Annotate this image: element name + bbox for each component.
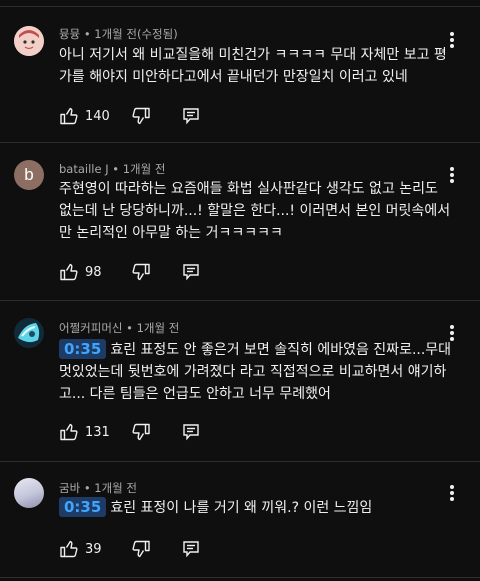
comment-time[interactable]: 1개월 전 xyxy=(137,321,180,335)
avatar-letter: b xyxy=(24,165,34,184)
comment-body: 0:35 효린 표정도 안 좋은거 보면 솔직히 에바였음 진짜로...무대 멋있… xyxy=(59,339,454,405)
more-vert-icon[interactable] xyxy=(444,165,460,185)
more-vert-icon[interactable] xyxy=(444,323,460,343)
comment-time[interactable]: 1개월 전 xyxy=(94,481,137,495)
comment-meta: bataille J • 1개월 전 xyxy=(59,161,165,177)
thumb-down-icon[interactable] xyxy=(131,422,151,442)
comment-author[interactable]: bataille J xyxy=(59,162,109,176)
comment-text: 효린 표정이 나를 거기 왜 끼워.? 이런 느낌임 xyxy=(110,500,373,516)
thumb-down-icon[interactable] xyxy=(131,106,151,126)
thumb-up-icon[interactable] xyxy=(59,539,79,559)
avatar[interactable] xyxy=(14,478,44,508)
comment-author[interactable]: 어쩔커피머신 xyxy=(59,321,122,335)
thumb-down-icon[interactable] xyxy=(131,539,151,559)
divider xyxy=(0,6,480,7)
more-vert-icon[interactable] xyxy=(444,483,460,503)
comment-actions: 98 xyxy=(59,261,201,283)
more-vert-icon[interactable] xyxy=(444,30,460,50)
thumb-up-icon[interactable] xyxy=(59,262,79,282)
timestamp-link[interactable]: 0:35 xyxy=(59,497,107,517)
avatar[interactable] xyxy=(14,318,44,348)
divider xyxy=(0,461,480,462)
comment-time[interactable]: 1개월 전 xyxy=(123,162,166,176)
comment-actions: 131 xyxy=(59,421,201,443)
comment-author[interactable]: 굼바 xyxy=(59,481,80,495)
reply-icon[interactable] xyxy=(181,422,201,442)
comment-actions: 140 xyxy=(59,105,201,127)
comment-author[interactable]: 뮹뮹 xyxy=(59,27,80,41)
comment-time[interactable]: 1개월 전(수정됨) xyxy=(94,27,177,41)
comment-actions: 39 xyxy=(59,538,201,560)
like-count: 39 xyxy=(85,541,102,557)
thumb-down-icon[interactable] xyxy=(131,262,151,282)
meta-separator: • xyxy=(112,162,120,176)
divider xyxy=(0,142,480,143)
meta-separator: • xyxy=(83,481,91,495)
reply-icon[interactable] xyxy=(181,262,201,282)
comment-text: 주현영이 따라하는 요즘애들 화법 실사판같다 생각도 없고 논리도 없는데 난… xyxy=(59,181,451,241)
like-count: 131 xyxy=(85,424,110,440)
thumb-up-icon[interactable] xyxy=(59,422,79,442)
meta-separator: • xyxy=(83,27,91,41)
comment-meta: 뮹뮹 • 1개월 전(수정됨) xyxy=(59,26,178,42)
reply-icon[interactable] xyxy=(181,539,201,559)
avatar[interactable]: b xyxy=(14,160,44,190)
thumb-up-icon[interactable] xyxy=(59,106,79,126)
comment-body: 0:35 효린 표정이 나를 거기 왜 끼워.? 이런 느낌임 xyxy=(59,497,454,519)
comment-meta: 어쩔커피머신 • 1개월 전 xyxy=(59,320,179,336)
comment-text: 아니 저기서 왜 비교질을해 미친건가 ㅋㅋㅋㅋ 무대 자체만 보고 평가를 해… xyxy=(59,47,447,85)
like-count: 140 xyxy=(85,108,110,124)
avatar[interactable] xyxy=(14,26,44,56)
meta-separator: • xyxy=(126,321,133,335)
divider xyxy=(0,577,480,578)
reply-icon[interactable] xyxy=(181,106,201,126)
like-count: 98 xyxy=(85,264,102,280)
comment-meta: 굼바 • 1개월 전 xyxy=(59,480,137,496)
timestamp-link[interactable]: 0:35 xyxy=(59,339,107,359)
comment-text: 효린 표정도 안 좋은거 보면 솔직히 에바였음 진짜로...무대 멋있었는데 … xyxy=(59,342,452,402)
divider xyxy=(0,300,480,301)
